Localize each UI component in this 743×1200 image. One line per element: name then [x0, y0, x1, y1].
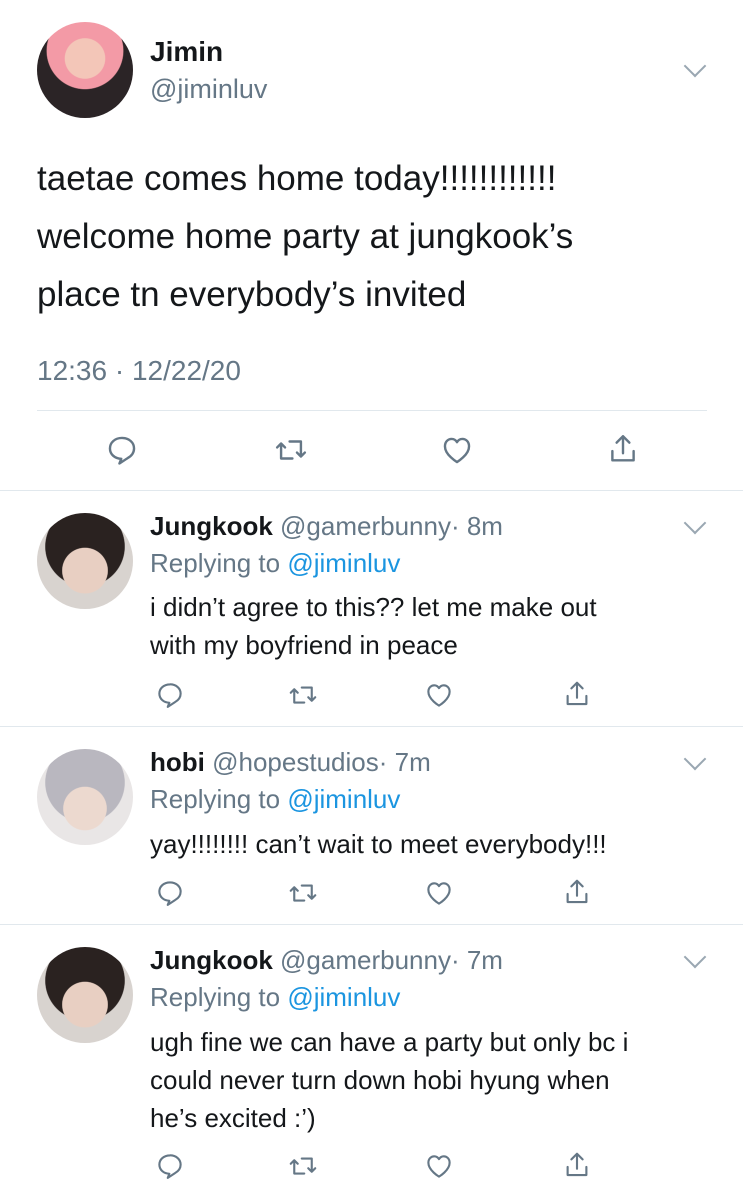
share-icon[interactable]	[561, 677, 593, 711]
avatar[interactable]	[37, 749, 133, 845]
avatar[interactable]	[37, 513, 133, 609]
reply-time: · 7m	[450, 945, 503, 975]
reply-tweet: Jungkook @gamerbunny· 7m Replying to @ji…	[0, 925, 743, 1200]
reply-text-line: he’s excited :’)	[150, 1103, 316, 1133]
heart-icon[interactable]	[423, 877, 455, 909]
main-tweet: Jimin @jiminluv taetae comes home today!…	[0, 0, 743, 490]
retweet-icon[interactable]	[286, 877, 320, 909]
replying-to-link[interactable]: @jiminluv	[287, 982, 400, 1012]
author-name[interactable]: Jungkook	[150, 511, 273, 541]
author-handle[interactable]: @hopestudios	[212, 747, 379, 777]
replying-to: Replying to @jiminluv	[150, 784, 400, 815]
chevron-down-icon[interactable]	[683, 54, 707, 78]
reply-icon[interactable]	[104, 432, 140, 468]
replying-prefix: Replying to	[150, 784, 281, 814]
author-handle[interactable]: @gamerbunny	[280, 511, 451, 541]
retweet-icon[interactable]	[286, 679, 320, 711]
reply-header: Jungkook @gamerbunny· 7m	[150, 945, 503, 976]
reply-text: ugh fine we can have a party but only bc…	[150, 1023, 710, 1137]
reply-header: hobi @hopestudios· 7m	[150, 747, 431, 778]
tweet-text-line: welcome home party at jungkook’s	[37, 217, 574, 256]
reply-text: yay!!!!!!!! can’t wait to meet everybody…	[150, 825, 710, 863]
replying-to: Replying to @jiminluv	[150, 548, 400, 579]
retweet-icon[interactable]	[271, 432, 311, 468]
reply-icon[interactable]	[154, 679, 186, 711]
replying-to: Replying to @jiminluv	[150, 982, 400, 1013]
reply-text-line: with my boyfriend in peace	[150, 630, 458, 660]
reply-icon[interactable]	[154, 1150, 186, 1182]
author-name[interactable]: Jungkook	[150, 945, 273, 975]
replying-prefix: Replying to	[150, 548, 281, 578]
author-name[interactable]: hobi	[150, 747, 205, 777]
replying-prefix: Replying to	[150, 982, 281, 1012]
replying-to-link[interactable]: @jiminluv	[287, 548, 400, 578]
tweet-timestamp[interactable]: 12:36 · 12/22/20	[37, 355, 241, 387]
author-name[interactable]: Jimin	[150, 36, 223, 68]
share-icon[interactable]	[605, 430, 641, 468]
avatar[interactable]	[37, 22, 133, 118]
share-icon[interactable]	[561, 875, 593, 909]
author-handle[interactable]: @gamerbunny	[280, 945, 451, 975]
reply-text-line: could never turn down hobi hyung when	[150, 1065, 610, 1095]
share-icon[interactable]	[561, 1148, 593, 1182]
author-handle[interactable]: @jiminluv	[150, 74, 267, 105]
reply-tweet: hobi @hopestudios· 7m Replying to @jimin…	[0, 727, 743, 924]
reply-text-line: ugh fine we can have a party but only bc…	[150, 1027, 629, 1057]
reply-tweet: Jungkook @gamerbunny· 8m Replying to @ji…	[0, 491, 743, 726]
reply-icon[interactable]	[154, 877, 186, 909]
heart-icon[interactable]	[438, 432, 476, 468]
replying-to-link[interactable]: @jiminluv	[287, 784, 400, 814]
tweet-text-line: taetae comes home today!!!!!!!!!!!!	[37, 159, 557, 198]
chevron-down-icon[interactable]	[683, 747, 707, 771]
retweet-icon[interactable]	[286, 1150, 320, 1182]
tweet-text: taetae comes home today!!!!!!!!!!!! welc…	[37, 150, 717, 324]
chevron-down-icon[interactable]	[683, 511, 707, 535]
chevron-down-icon[interactable]	[683, 945, 707, 969]
avatar[interactable]	[37, 947, 133, 1043]
tweet-text-line: place tn everybody’s invited	[37, 275, 467, 314]
reply-text-line: i didn’t agree to this?? let me make out	[150, 592, 597, 622]
reply-time: · 7m	[378, 747, 431, 777]
reply-text-line: yay!!!!!!!! can’t wait to meet everybody…	[150, 829, 607, 859]
heart-icon[interactable]	[423, 1150, 455, 1182]
divider	[37, 410, 707, 411]
reply-text: i didn’t agree to this?? let me make out…	[150, 588, 710, 664]
reply-header: Jungkook @gamerbunny· 8m	[150, 511, 503, 542]
heart-icon[interactable]	[423, 679, 455, 711]
reply-time: · 8m	[450, 511, 503, 541]
